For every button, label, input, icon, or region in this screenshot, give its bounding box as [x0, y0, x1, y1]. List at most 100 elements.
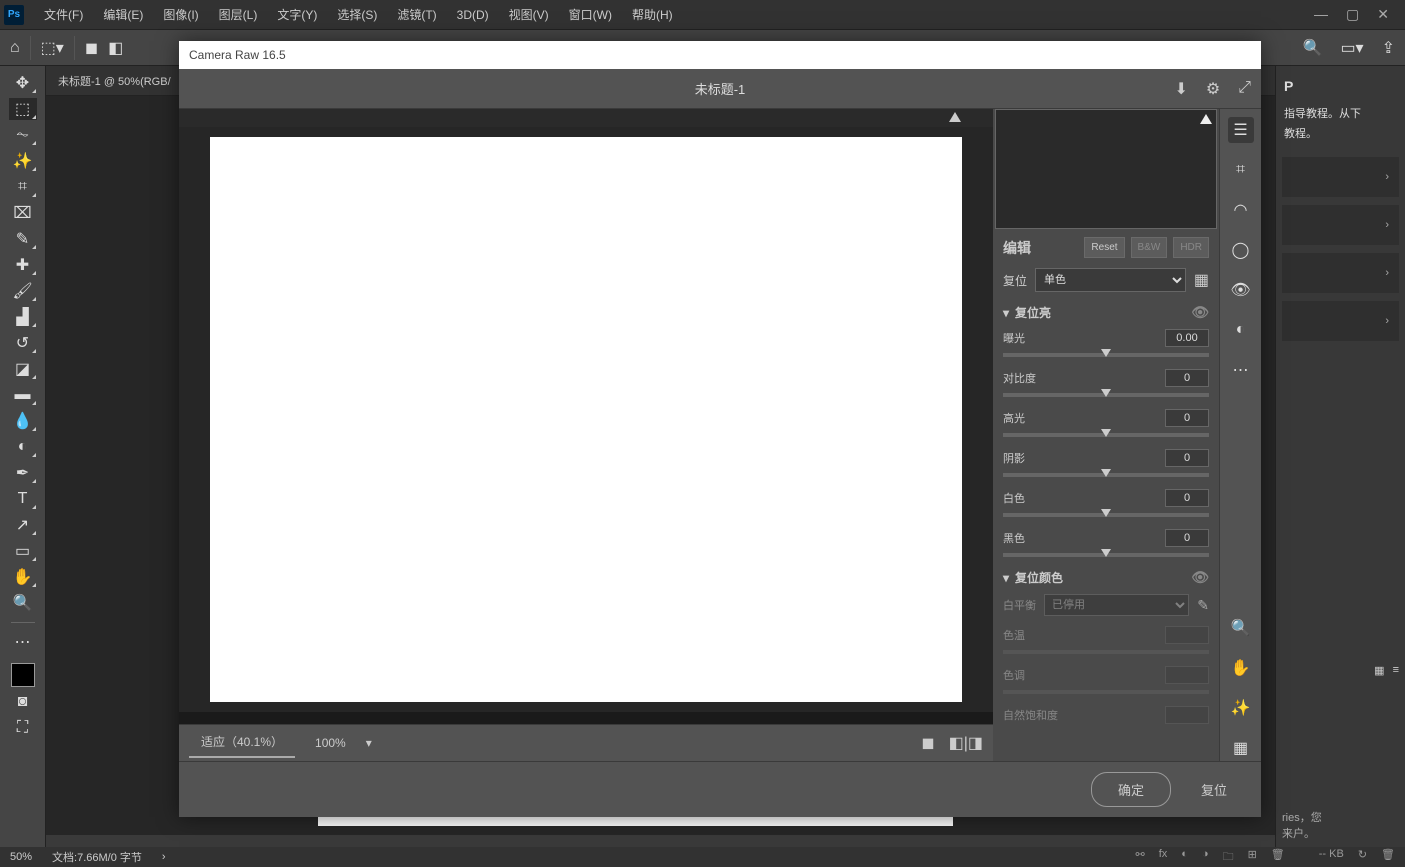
- window-maximize-icon[interactable]: ▢: [1346, 6, 1359, 23]
- menu-help[interactable]: 帮助(H): [622, 6, 683, 23]
- mask-tool-icon[interactable]: ◯: [1228, 237, 1254, 263]
- section-color-header[interactable]: ▾ 复位颜色 👁: [1003, 569, 1209, 586]
- tool-quickmask[interactable]: ◙: [9, 691, 37, 713]
- more-tools-icon[interactable]: ⋯: [1228, 357, 1254, 383]
- panel-row-2[interactable]: ›: [1282, 205, 1399, 245]
- redeye-tool-icon[interactable]: 👁: [1228, 277, 1254, 303]
- search-icon[interactable]: 🔍: [1303, 38, 1323, 58]
- status-doc-info[interactable]: 文档:7.66M/0 字节: [52, 849, 142, 865]
- cr-grid-icon[interactable]: ▦: [1228, 735, 1254, 761]
- workspace-icon[interactable]: ▭▾: [1340, 38, 1363, 58]
- tool-screenmode[interactable]: ⛶: [9, 717, 37, 739]
- menu-layer[interactable]: 图层(L): [209, 6, 268, 23]
- menu-select[interactable]: 选择(S): [327, 6, 387, 23]
- status-zoom[interactable]: 50%: [10, 851, 32, 863]
- tool-type[interactable]: T: [9, 488, 37, 510]
- window-close-icon[interactable]: ✕: [1377, 6, 1389, 23]
- whites-input[interactable]: [1165, 489, 1209, 507]
- window-minimize-icon[interactable]: —: [1314, 6, 1328, 23]
- sync-icon[interactable]: ↻: [1358, 848, 1367, 867]
- section-light-header[interactable]: ▾ 复位亮 👁: [1003, 304, 1209, 321]
- edit-sliders-icon[interactable]: ☰: [1228, 117, 1254, 143]
- tool-shape[interactable]: ▭: [9, 540, 37, 562]
- fx-icon[interactable]: fx: [1159, 848, 1168, 867]
- horizontal-scrollbar[interactable]: [46, 835, 1275, 847]
- view-grid-icon[interactable]: ▦: [1374, 664, 1384, 677]
- exposure-slider[interactable]: [1003, 353, 1209, 357]
- zoom-dropdown-icon[interactable]: ▾: [366, 736, 372, 750]
- compare-view-icon[interactable]: ◧|◨: [949, 733, 983, 753]
- tool-move[interactable]: ✥: [9, 72, 37, 94]
- contrast-input[interactable]: [1165, 369, 1209, 387]
- trash-icon[interactable]: 🗑: [1271, 848, 1285, 867]
- link-icon[interactable]: ⚯: [1135, 848, 1144, 867]
- menu-edit[interactable]: 编辑(E): [93, 6, 153, 23]
- selection-new-icon[interactable]: ◼: [85, 38, 98, 58]
- tool-healing[interactable]: ✚: [9, 254, 37, 276]
- dialog-title-bar[interactable]: Camera Raw 16.5: [179, 41, 1261, 69]
- shadow-clip-warning-icon[interactable]: [949, 112, 961, 122]
- filmstrip[interactable]: [179, 712, 993, 724]
- cr-sampler-icon[interactable]: ✨: [1228, 695, 1254, 721]
- highlights-input[interactable]: [1165, 409, 1209, 427]
- color-swatch[interactable]: [11, 663, 35, 687]
- preview-canvas-area[interactable]: [179, 127, 993, 712]
- export-icon[interactable]: ⬇: [1174, 79, 1187, 99]
- tool-zoom[interactable]: 🔍: [9, 592, 37, 614]
- blacks-input[interactable]: [1165, 529, 1209, 547]
- adjustment-icon[interactable]: ◑: [1202, 848, 1209, 867]
- panel-row-4[interactable]: ›: [1282, 301, 1399, 341]
- tool-blur[interactable]: 💧: [9, 410, 37, 432]
- section-color-visibility-icon[interactable]: 👁: [1191, 569, 1209, 586]
- profile-select[interactable]: 单色: [1035, 268, 1186, 292]
- tool-brush[interactable]: 🖌: [9, 280, 37, 302]
- menu-file[interactable]: 文件(F): [34, 6, 93, 23]
- tool-marquee[interactable]: ⬚: [9, 98, 37, 120]
- tool-edit-toolbar[interactable]: ⋯: [9, 631, 37, 653]
- shadows-input[interactable]: [1165, 449, 1209, 467]
- folder-icon[interactable]: 🗀: [1223, 848, 1234, 867]
- wb-eyedropper-icon[interactable]: ✎: [1197, 597, 1209, 614]
- menu-3d[interactable]: 3D(D): [447, 8, 499, 22]
- menu-view[interactable]: 视图(V): [499, 6, 559, 23]
- gear-icon[interactable]: ⚙: [1206, 79, 1220, 99]
- tool-eyedropper[interactable]: ✎: [9, 228, 37, 250]
- trash2-icon[interactable]: 🗑: [1381, 848, 1395, 867]
- exposure-input[interactable]: [1165, 329, 1209, 347]
- menu-window[interactable]: 窗口(W): [559, 6, 622, 23]
- tool-hand[interactable]: ✋: [9, 566, 37, 588]
- shadows-slider[interactable]: [1003, 473, 1209, 477]
- zoom-fit-button[interactable]: 适应（40.1%）: [189, 727, 295, 758]
- cr-zoom-icon[interactable]: 🔍: [1228, 615, 1254, 641]
- blacks-slider[interactable]: [1003, 553, 1209, 557]
- highlight-clip-warning-icon[interactable]: [1200, 114, 1212, 124]
- panel-row-1[interactable]: ›: [1282, 157, 1399, 197]
- healing-tool-icon[interactable]: ◠: [1228, 197, 1254, 223]
- wb-select[interactable]: 已停用: [1044, 594, 1189, 616]
- selection-add-icon[interactable]: ◧: [108, 38, 123, 58]
- tool-lasso[interactable]: ⏦: [9, 124, 37, 146]
- profile-browser-icon[interactable]: ▦: [1194, 270, 1209, 290]
- new-icon[interactable]: ⊞: [1248, 848, 1257, 867]
- presets-tool-icon[interactable]: ◐: [1228, 317, 1254, 343]
- menu-type[interactable]: 文字(Y): [267, 6, 327, 23]
- reset-button[interactable]: Reset: [1084, 237, 1124, 258]
- crop-tool-icon[interactable]: ⌗: [1228, 157, 1254, 183]
- cycle-view-icon[interactable]: ◼: [921, 733, 934, 753]
- section-light-visibility-icon[interactable]: 👁: [1191, 304, 1209, 321]
- mask-icon[interactable]: ◐: [1181, 848, 1188, 867]
- tool-history-brush[interactable]: ↺: [9, 332, 37, 354]
- histogram[interactable]: [995, 109, 1217, 229]
- tool-gradient[interactable]: ▬: [9, 384, 37, 406]
- hdr-button[interactable]: HDR: [1173, 237, 1209, 258]
- tool-frame[interactable]: ⌧: [9, 202, 37, 224]
- view-list-icon[interactable]: ≡: [1393, 664, 1399, 677]
- reset-footer-button[interactable]: 复位: [1191, 773, 1237, 806]
- marquee-preset-icon[interactable]: ⬚▾: [41, 38, 64, 58]
- menu-filter[interactable]: 滤镜(T): [387, 6, 446, 23]
- panel-row-3[interactable]: ›: [1282, 253, 1399, 293]
- home-icon[interactable]: ⌂: [10, 39, 20, 57]
- share-icon[interactable]: ⇪: [1382, 38, 1395, 58]
- tool-crop[interactable]: ⌗: [9, 176, 37, 198]
- tool-dodge[interactable]: ◐: [9, 436, 37, 458]
